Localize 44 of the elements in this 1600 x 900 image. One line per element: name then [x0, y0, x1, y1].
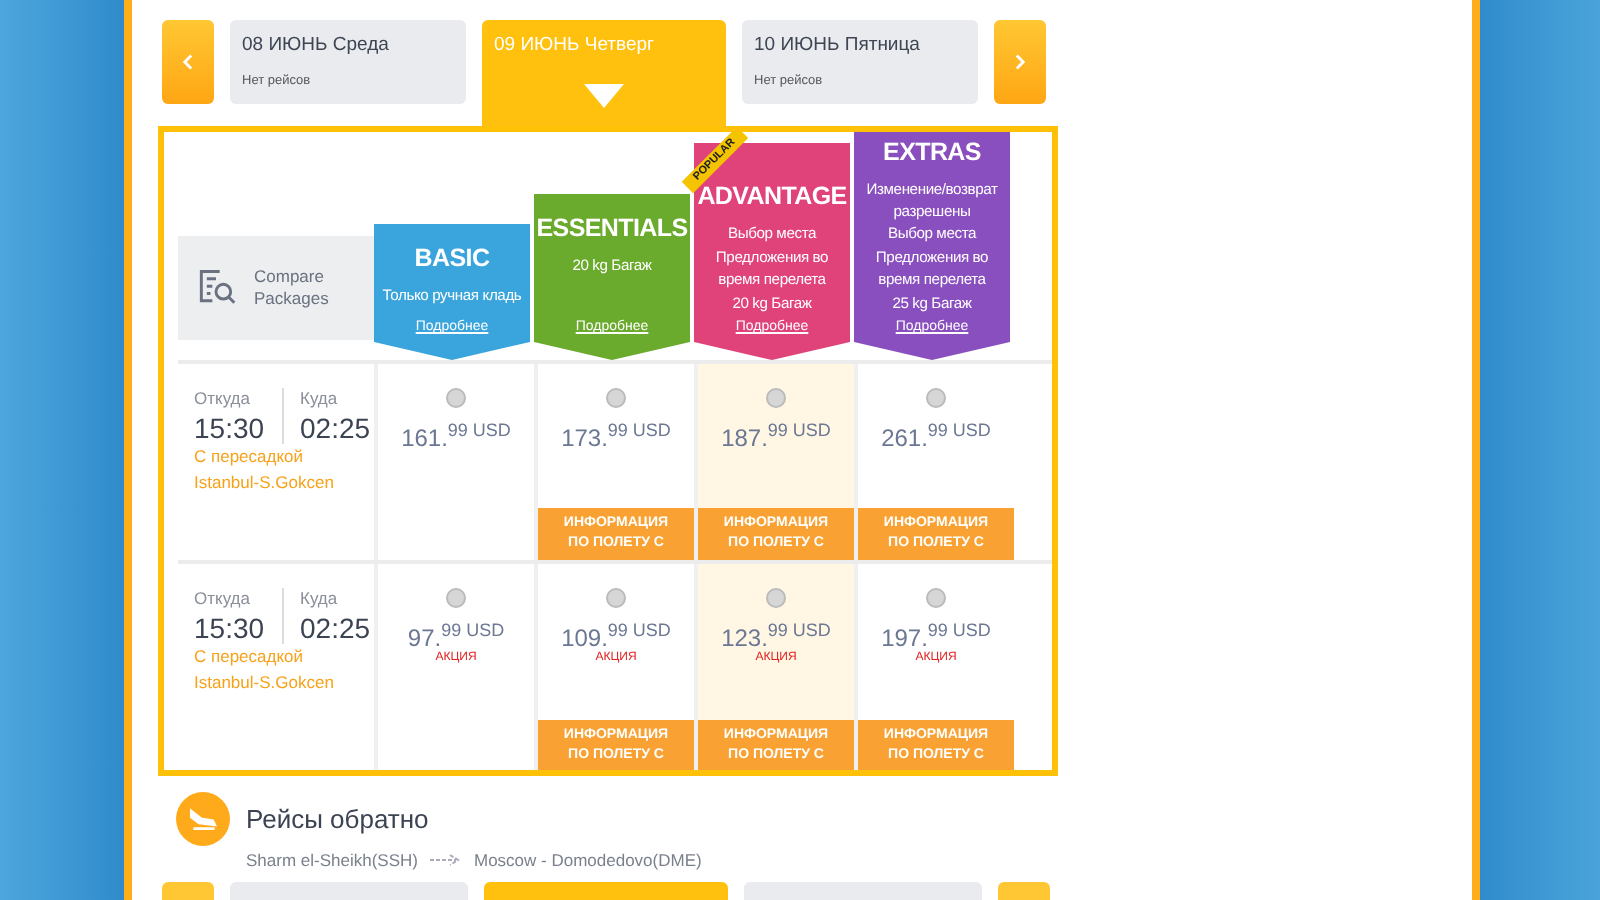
fare-radio[interactable]: [446, 588, 466, 608]
tab-date: 09 ИЮНЬ Четверг: [494, 34, 656, 56]
tab-date: 08 ИЮНЬ Среда: [242, 34, 391, 56]
chevron-right-icon: [1012, 52, 1028, 72]
fare-price: 123.$^{99 USD}$: [721, 620, 831, 652]
fare-radio[interactable]: [926, 588, 946, 608]
fare-price: 173.$^{99 USD}$: [561, 420, 671, 452]
compare-label: Compare Packages: [254, 265, 331, 311]
fare-radio[interactable]: [606, 588, 626, 608]
pointer-icon: [584, 84, 624, 108]
package-title: ESSENTIALS: [536, 214, 688, 242]
fare-price: 161.$^{99 USD}$: [401, 420, 511, 452]
to-label: Куда: [300, 588, 340, 608]
to-label: Куда: [300, 388, 340, 408]
fare-price: 261.$^{99 USD}$: [881, 420, 991, 452]
transfer-note: С пересадкой: [194, 446, 306, 470]
next-button[interactable]: [994, 20, 1046, 104]
fare-radio[interactable]: [766, 588, 786, 608]
fare-price: 109.$^{99 USD}$: [561, 620, 671, 652]
fare-price: 197.$^{99 USD}$: [881, 620, 991, 652]
section-title: Рейсы обратно: [246, 804, 429, 834]
fare-radio[interactable]: [926, 388, 946, 408]
departure-time: 15:30: [194, 412, 267, 444]
package-title: BASIC: [414, 244, 490, 272]
date-tab[interactable]: 09 ИЮНЬ Четверг: [482, 20, 726, 126]
chevron-left-icon: [180, 52, 196, 72]
departure-time: 15:30: [194, 612, 267, 644]
arrow-icon: [429, 854, 462, 866]
transfer-note: С пересадкой: [194, 646, 306, 670]
fare-radio[interactable]: [606, 388, 626, 408]
fare-radio[interactable]: [446, 388, 466, 408]
fare-price: 187.$^{99 USD}$: [721, 420, 831, 452]
fare-radio[interactable]: [766, 388, 786, 408]
plane-icon: [176, 792, 230, 846]
transfer-airport: Istanbul-S.Gokcen: [194, 671, 336, 696]
destination-airport: Moscow - Domodedovo(DME): [473, 850, 702, 870]
transfer-airport: Istanbul-S.Gokcen: [194, 471, 336, 496]
tab-date: 10 ИЮНЬ Пятница: [754, 34, 922, 56]
from-label: Откуда: [194, 388, 252, 408]
from-label: Откуда: [194, 588, 252, 608]
origin-airport: Sharm el-Sheikh(SSH): [246, 850, 418, 870]
package-title: EXTRAS: [883, 137, 981, 166]
fare-price: 97.$^{99 USD}$: [407, 620, 505, 652]
previous-button[interactable]: [162, 20, 214, 104]
